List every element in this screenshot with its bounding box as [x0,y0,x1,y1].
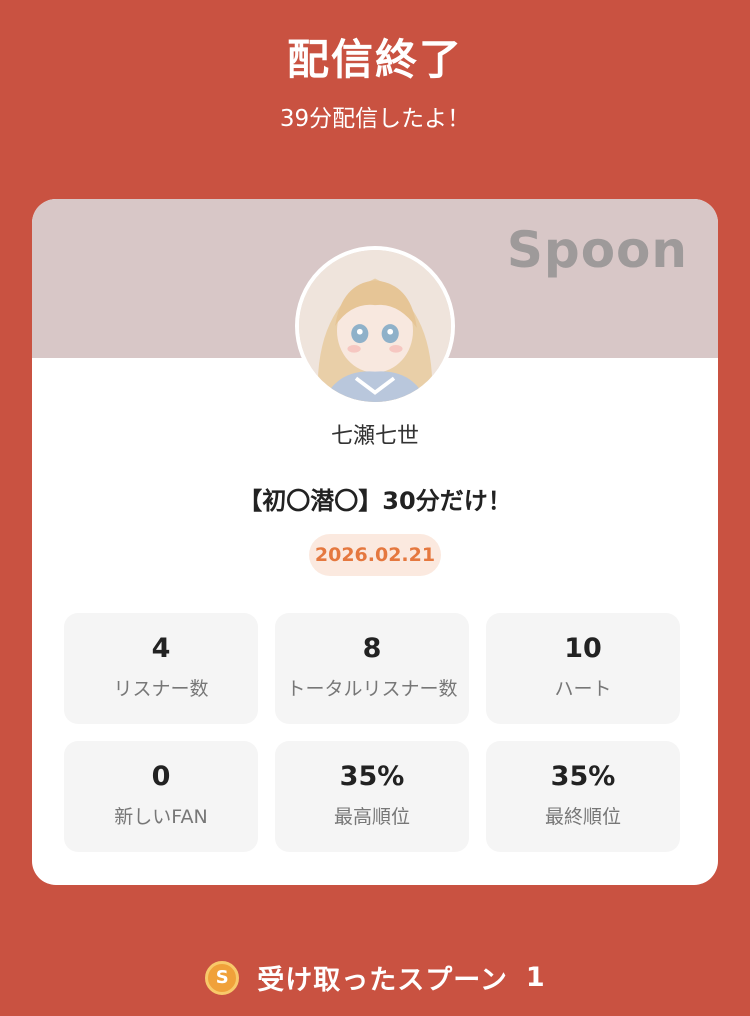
stream-title: 【初〇潜〇】30分だけ！ [238,487,512,515]
date-badge: 2026.02.21 [309,534,441,576]
stat-value: 35% [550,761,616,792]
avatar-illustration [299,250,451,402]
stat-value: 8 [362,633,382,664]
stat-value: 10 [564,633,602,664]
spoon-coin-icon: S [205,960,240,995]
avatar [295,246,455,406]
username: 七瀬七世 [330,424,419,449]
stat-value: 35% [339,761,405,792]
stat-listeners: 4 リスナー数 [64,613,258,724]
stat-label: リスナー数 [113,678,209,700]
stat-label: トータルリスナー数 [286,678,458,700]
broadcast-duration-text: 39分配信したよ！ [279,106,471,132]
stat-new-fans: 0 新しいFAN [64,741,258,852]
stat-label: ハート [554,678,612,700]
broadcast-end-screen: 配信終了 39分配信したよ！ Spoon 七瀬七世 【初〇潜〇】30分だけ！ 2… [0,0,750,1016]
stat-final-rank: 35% 最終順位 [486,741,680,852]
page-title: 配信終了 [286,35,463,84]
stat-value: 0 [151,761,171,792]
stat-value: 4 [151,633,171,664]
received-spoons-row: S 受け取ったスプーン 1 [0,958,750,997]
stats-grid: 4 リスナー数 8 トータルリスナー数 10 ハート 0 新しいFAN 35% … [64,613,680,852]
received-spoons-label: 受け取ったスプーン [257,965,508,996]
spoon-logo: Spoon [506,221,688,279]
stat-highest-rank: 35% 最高順位 [275,741,469,852]
broadcast-summary-card: Spoon 七瀬七世 【初〇潜〇】30分だけ！ 2026.02.21 4 リスナ… [32,199,718,885]
stat-label: 新しいFAN [114,806,208,828]
received-spoons-count: 1 [525,962,545,993]
stat-hearts: 10 ハート [486,613,680,724]
stat-label: 最終順位 [544,806,621,828]
stat-total-listeners: 8 トータルリスナー数 [275,613,469,724]
stat-label: 最高順位 [333,806,410,828]
